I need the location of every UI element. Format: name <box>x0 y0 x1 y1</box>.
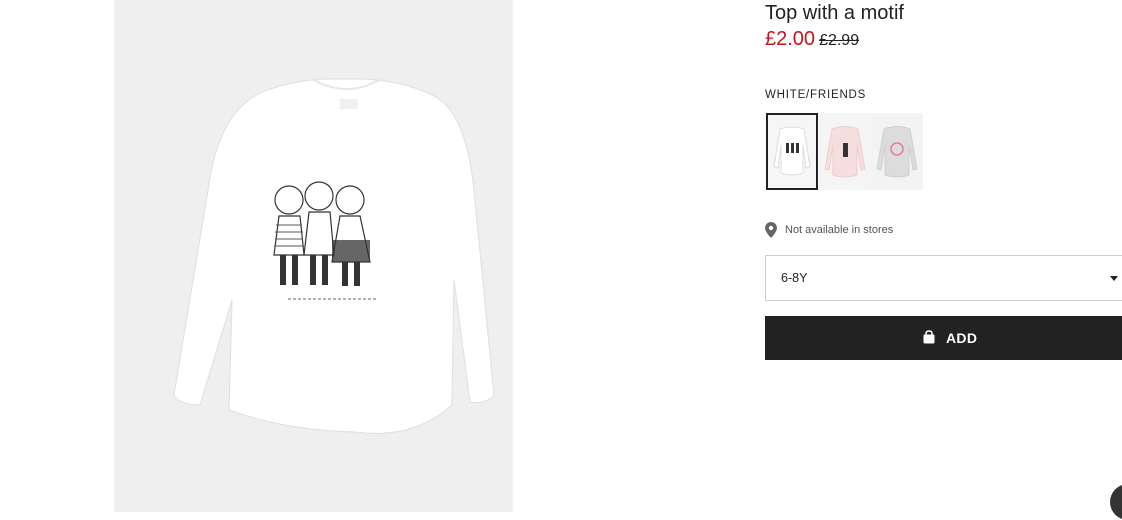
product-image[interactable] <box>114 0 513 512</box>
size-select[interactable]: 6-8Y <box>765 255 1122 301</box>
swatch-light-pink[interactable] <box>819 113 871 190</box>
product-title: Top with a motif <box>765 2 904 24</box>
add-button-content: ADD <box>922 330 977 346</box>
swatch-light-grey[interactable] <box>871 113 923 190</box>
sale-price: £2.00 <box>765 28 816 50</box>
original-price: £2.99 <box>819 32 860 49</box>
chevron-down-icon <box>1110 276 1118 281</box>
availability-text: Not available in stores <box>785 223 894 236</box>
shopping-bag-icon <box>923 330 935 344</box>
add-button[interactable]: ADD <box>765 316 1122 360</box>
size-select-value: 6-8Y <box>781 271 808 285</box>
price-row: £2.00 £2.99 <box>765 28 859 51</box>
chat-button[interactable] <box>1110 484 1122 520</box>
color-name: WHITE/FRIENDS <box>765 89 867 101</box>
location-pin-icon <box>765 221 777 238</box>
store-availability: Not available in stores <box>765 221 893 239</box>
add-button-label: ADD <box>946 330 978 346</box>
swatch-white-friends[interactable] <box>766 113 818 190</box>
